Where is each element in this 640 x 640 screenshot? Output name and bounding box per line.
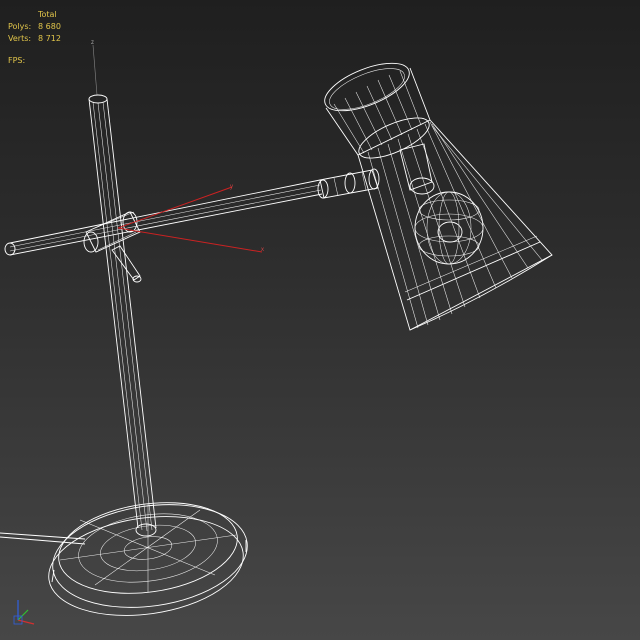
- axis-tripod: [13, 600, 35, 625]
- gizmo-y-label: y: [230, 184, 233, 190]
- wireframe-model[interactable]: z y x: [0, 0, 640, 640]
- z-axis-line: [92, 44, 98, 96]
- 3d-viewport[interactable]: Total Polys: 8 680 Verts: 8 712 FPS: z y…: [0, 0, 640, 640]
- lamp-base[interactable]: [42, 492, 254, 627]
- gizmo-y-axis[interactable]: [117, 186, 233, 229]
- gizmo-x-axis[interactable]: [117, 227, 263, 253]
- shade-cap[interactable]: [319, 53, 435, 166]
- lamp-pole[interactable]: [88, 94, 157, 532]
- z-axis-label: z: [91, 40, 94, 46]
- lamp-shade[interactable]: [357, 119, 553, 331]
- lamp-arm[interactable]: [4, 179, 323, 256]
- transform-gizmo[interactable]: y x: [117, 184, 264, 253]
- gizmo-x-label: x: [261, 247, 264, 253]
